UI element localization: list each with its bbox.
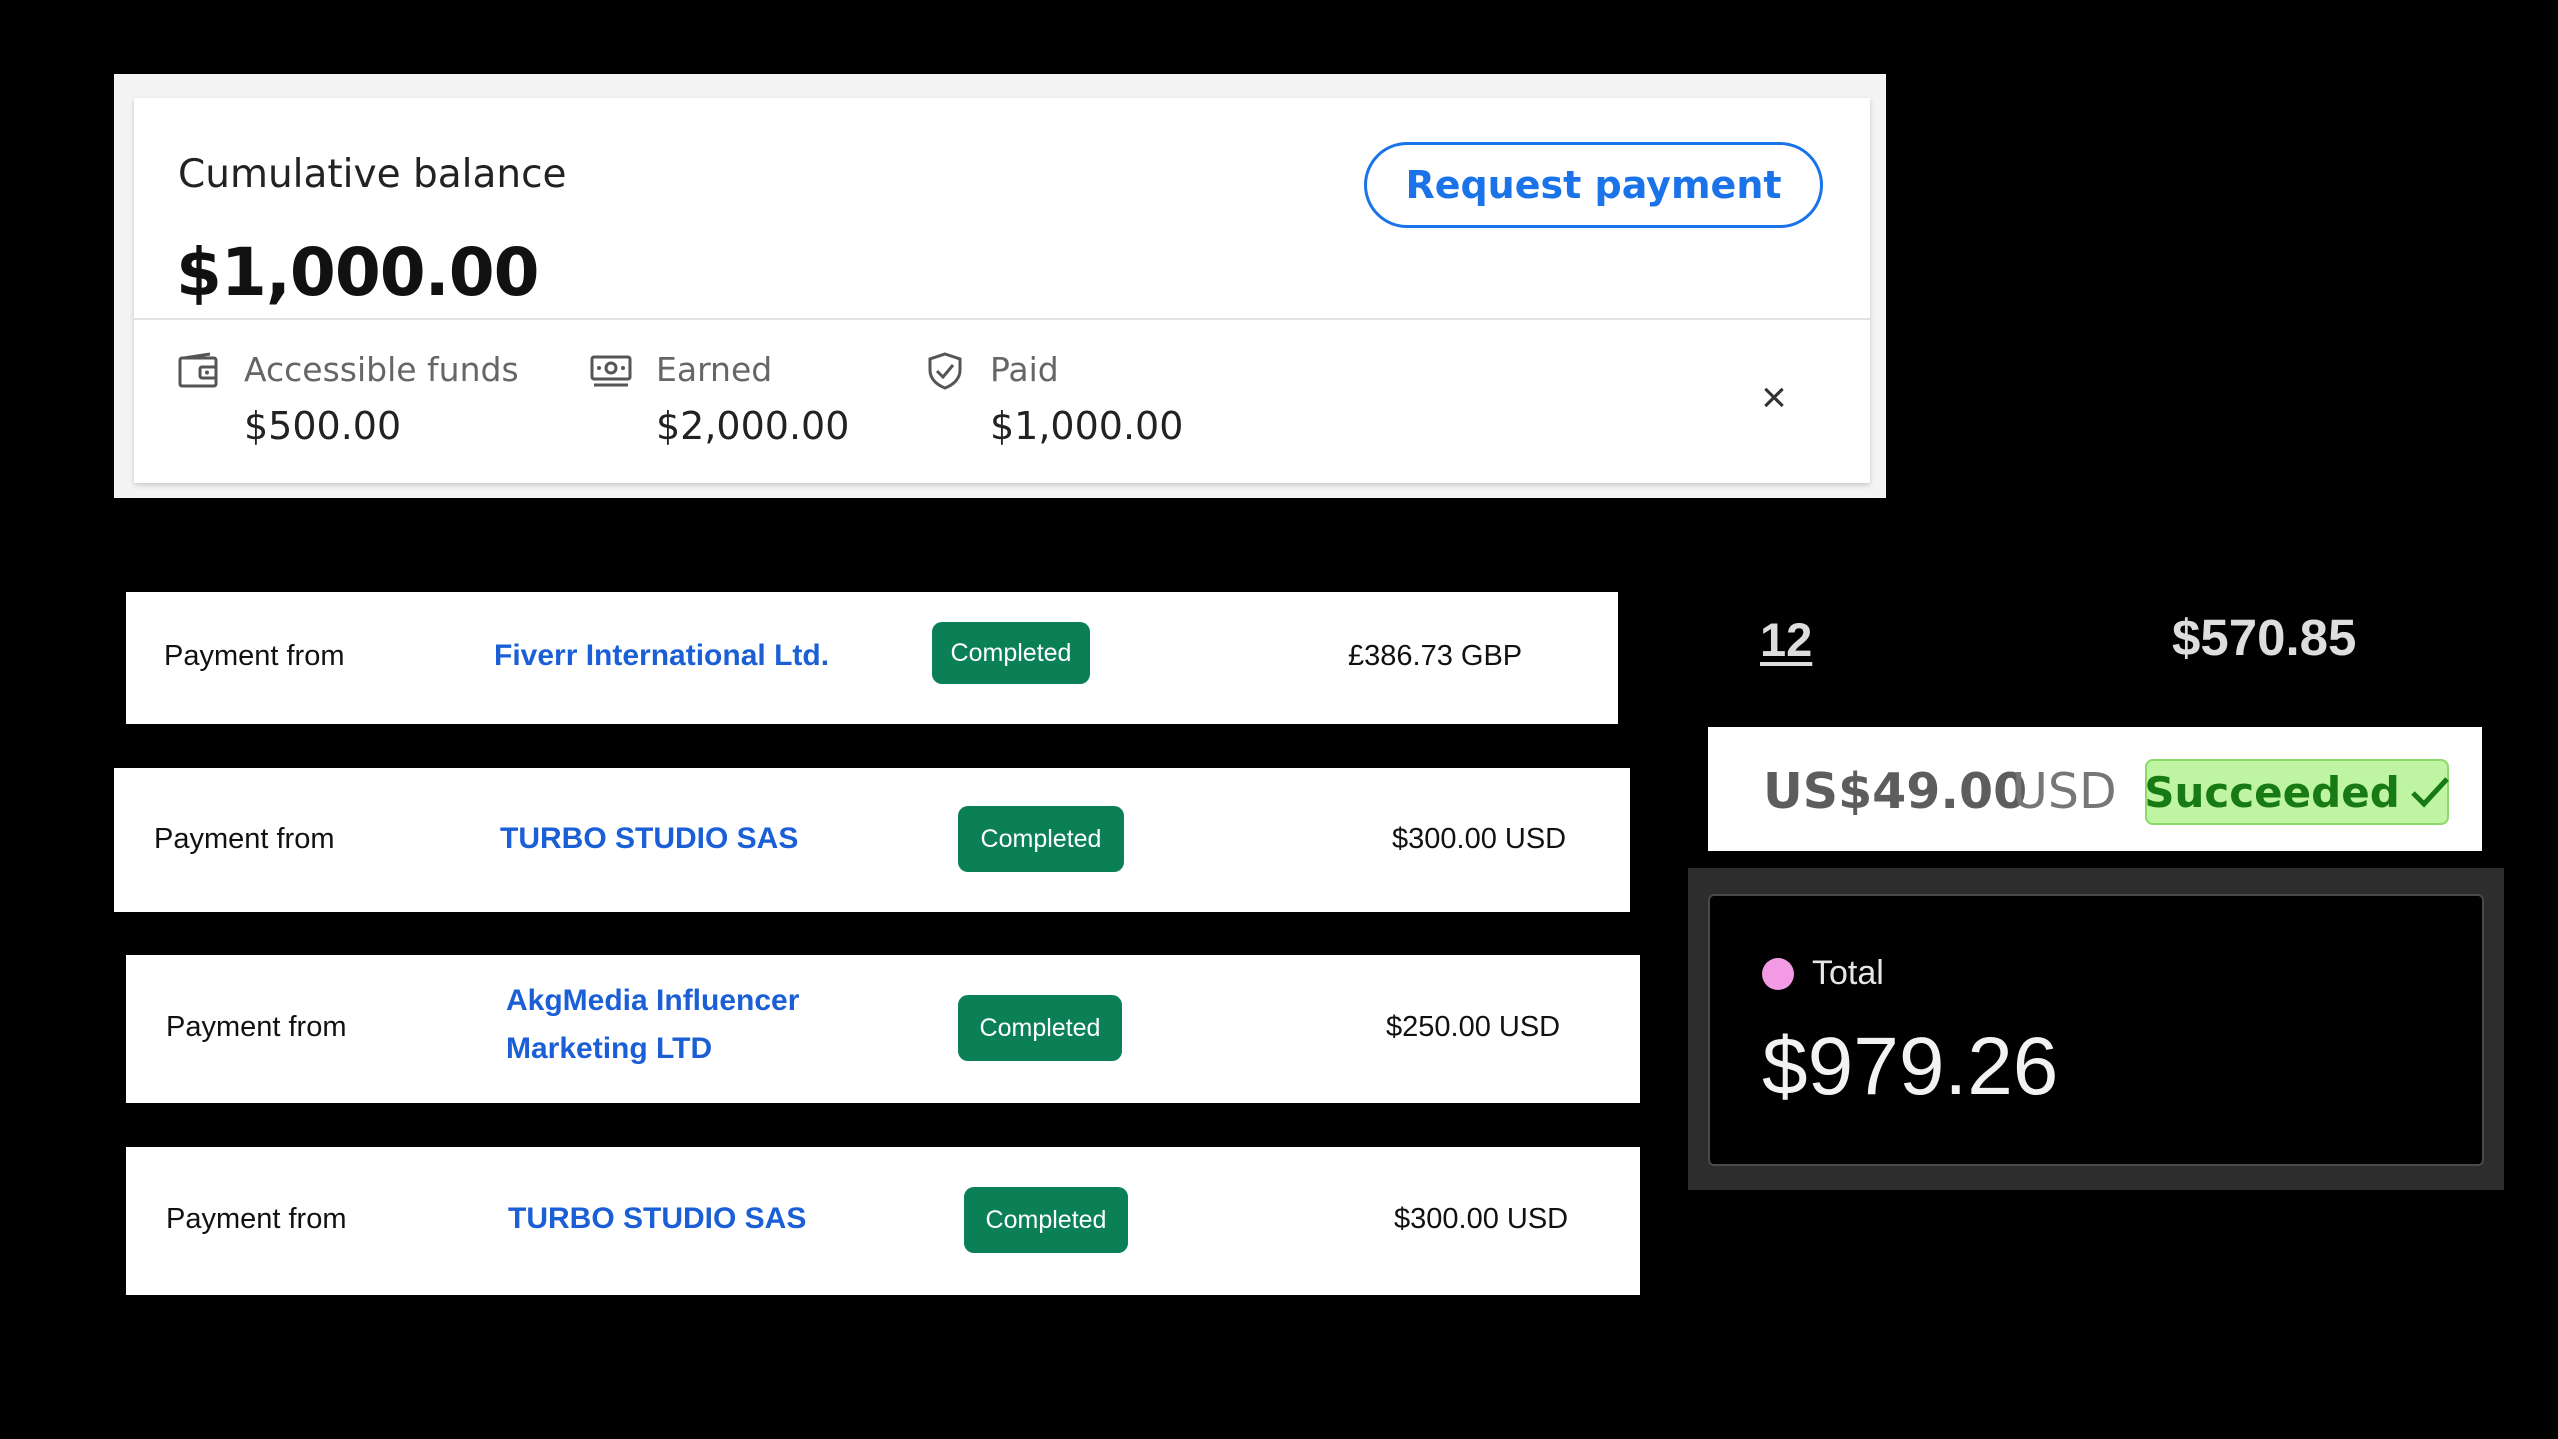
stat-value: $500.00 <box>244 404 402 448</box>
payment-label: Payment from <box>166 1203 347 1235</box>
divider <box>134 318 1870 320</box>
total-card: Total $979.26 <box>1708 894 2484 1166</box>
usd-payment-row: US$49.00 USD Succeeded <box>1708 727 2482 851</box>
balance-title: Cumulative balance <box>178 152 567 197</box>
payer-link[interactable]: AkgMedia Influencer Marketing LTD <box>506 977 846 1073</box>
total-value: $979.26 <box>1762 1021 2059 1112</box>
payer-link[interactable]: TURBO STUDIO SAS <box>500 815 798 863</box>
payment-label: Payment from <box>154 823 335 855</box>
stat-label: Earned <box>656 350 773 389</box>
payment-amount: $300.00 USD <box>1394 1203 1569 1235</box>
payer-link[interactable]: TURBO STUDIO SAS <box>508 1195 806 1243</box>
payer-link[interactable]: Fiverr International Ltd. <box>494 632 829 680</box>
shield-check-icon <box>924 352 966 390</box>
status-badge: Completed <box>958 995 1122 1061</box>
succeeded-badge: Succeeded <box>2144 759 2450 825</box>
usd-currency: USD <box>2012 763 2117 820</box>
request-payment-button[interactable]: Request payment <box>1364 142 1823 228</box>
status-badge: Completed <box>964 1187 1128 1253</box>
close-icon[interactable]: × <box>1754 376 1794 420</box>
payment-row: Payment from TURBO STUDIO SAS Completed … <box>126 1147 1640 1295</box>
stat-value: $2,000.00 <box>656 404 850 448</box>
summary-price: $570.85 <box>2172 609 2357 666</box>
payment-row: Payment from Fiverr International Ltd. C… <box>126 592 1618 724</box>
payment-label: Payment from <box>164 640 345 672</box>
balance-card: Cumulative balance $1,000.00 Request pay… <box>134 98 1870 483</box>
stat-value: $1,000.00 <box>990 404 1184 448</box>
payment-row: Payment from AkgMedia Influencer Marketi… <box>126 955 1640 1103</box>
balance-amount: $1,000.00 <box>176 234 540 311</box>
status-badge: Completed <box>958 806 1124 872</box>
stat-label: Paid <box>990 350 1059 389</box>
payment-amount: $250.00 USD <box>1386 1011 1561 1043</box>
wallet-icon <box>178 352 220 390</box>
payment-row: Payment from TURBO STUDIO SAS Completed … <box>114 768 1630 912</box>
status-badge: Completed <box>932 622 1090 684</box>
usd-amount: US$49.00 <box>1763 763 2028 820</box>
legend-dot <box>1762 958 1794 990</box>
succeeded-label: Succeeded <box>2144 767 2400 817</box>
checkmark-icon <box>2410 775 2450 809</box>
cash-icon <box>590 352 632 390</box>
item-count-link[interactable]: 12 <box>1760 612 1812 667</box>
payment-label: Payment from <box>166 1011 347 1043</box>
payment-amount: $300.00 USD <box>1392 823 1567 855</box>
stat-label: Accessible funds <box>244 350 519 389</box>
payment-amount: £386.73 GBP <box>1348 640 1523 672</box>
total-label: Total <box>1812 954 1884 992</box>
